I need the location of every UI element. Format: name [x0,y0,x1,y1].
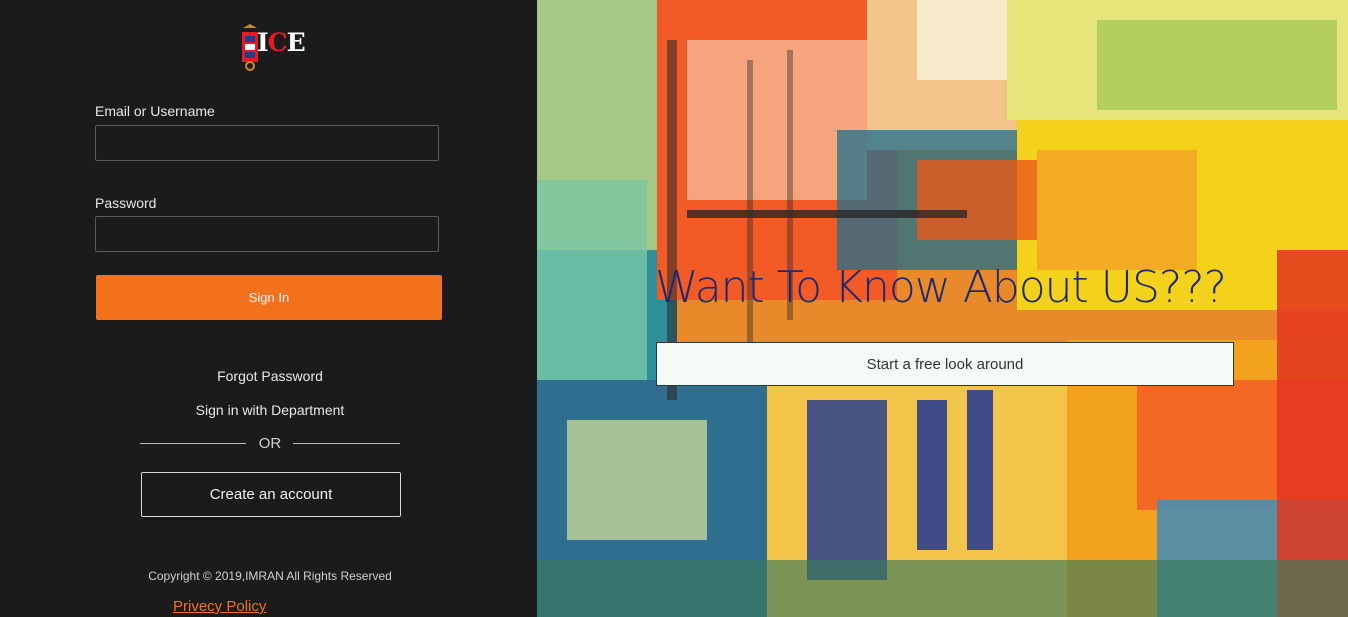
login-panel: ICE Email or Username Password Sign In F… [0,0,540,617]
or-divider: OR [140,434,400,454]
free-look-button[interactable]: Start a free look around [656,342,1234,386]
password-label: Password [95,195,157,211]
create-account-button[interactable]: Create an account [141,472,401,517]
email-label: Email or Username [95,103,215,119]
logo-letter-e: E [286,28,306,57]
privacy-policy-link[interactable]: Privecy Policy [173,598,266,615]
logo-wordmark: ICE [257,28,306,57]
divider-line-right [293,443,400,444]
hero-title: Want To Know About US??? [655,262,1227,313]
copyright-text: Copyright © 2019,IMRAN All Rights Reserv… [148,569,392,583]
department-signin-link[interactable]: Sign in with Department [0,402,540,418]
password-input[interactable] [95,216,439,252]
forgot-password-link[interactable]: Forgot Password [0,368,540,384]
sign-in-button[interactable]: Sign In [96,275,442,320]
logo-letter-c: C [267,28,288,57]
logo-letter-i: I [257,28,269,57]
email-input[interactable] [95,125,439,161]
